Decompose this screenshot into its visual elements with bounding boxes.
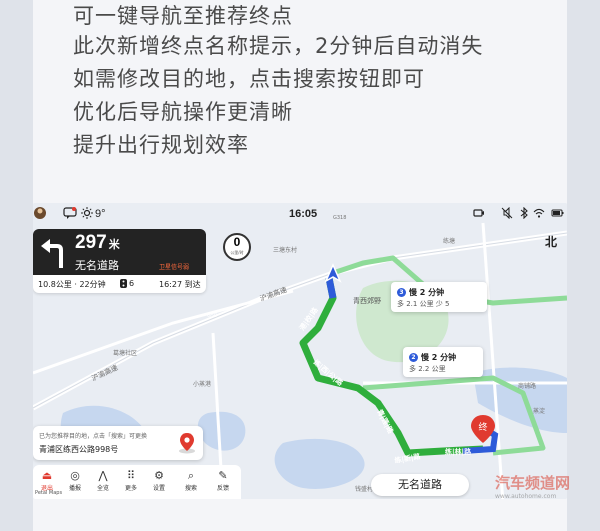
watermark: 汽车频道网 www.autohome.com [495,472,570,500]
traffic-light-icon [120,279,127,290]
next-road-name: 无名道路 [75,259,119,272]
traffic-light-count: 6 [129,279,135,288]
trip-summary: 10.8公里 · 22分钟 6 16:27 到达 [33,275,206,293]
feedback-icon: ✎ [218,469,228,482]
destination-hint: 已为您推荐目的地，点击「搜索」可更换 [39,433,148,440]
remaining-distance-time: 10.8公里 · 22分钟 [38,280,106,289]
road-badge: G50 [207,313,217,319]
camera-icon[interactable] [473,207,485,219]
dock-label: 播报 [68,485,81,492]
map-place-label: 小蒸港 [193,380,211,388]
eta: 16:27 到达 [159,280,201,289]
speaker-icon: ◎ [70,469,80,482]
message-icon[interactable] [63,207,77,220]
map-place-label: 商铺路 [518,382,536,390]
overview-button[interactable]: ⋀ 全览 [89,469,117,492]
note-line: 提升出行规划效率 [73,133,249,157]
temperature: 9° [95,208,106,220]
search-button[interactable]: ⌕ 搜索 [177,469,205,492]
watermark-text: 汽车频道网 [495,474,571,492]
watermark-sub: www.autohome.com [495,493,557,500]
route-option-3[interactable]: 3慢 2 分钟 多 2.1 公里 少 5 [391,282,487,312]
route-near-segment [325,277,337,299]
note-line: 可一键导航至推荐终点 [73,4,293,28]
dock-label: 更多 [124,485,137,492]
battery-icon [551,209,564,217]
turn-left-icon [41,239,63,268]
map-place-label: 青西郊野 [353,296,381,305]
overview-icon: ⋀ [98,469,108,482]
bottom-dock: ⏏ 退出 ◎ 播报 ⋀ 全览 ⠿ 更多 ⚙ 设置 ⌕ 搜索 ✎ 反馈 [33,465,241,499]
note-line: 如需修改目的地，点击搜索按钮即可 [73,67,425,91]
mute-icon[interactable] [501,207,513,219]
destination-name: 青浦区练西公路998号 [39,445,119,454]
dock-label: 设置 [152,485,165,492]
route-option-detail: 多 2.1 公里 少 5 [397,300,450,308]
route-option-label: 慢 2 分钟 [409,288,445,297]
recommended-destination-card[interactable]: 已为您推荐目的地，点击「搜索」可更换 青浦区练西公路998号 [33,426,203,460]
more-icon: ⠿ [126,469,136,482]
compass-north-label: 北 [545,235,558,249]
avatar-icon[interactable] [33,206,47,220]
settings-button[interactable]: ⚙ 设置 [145,469,173,492]
map-place-label: 蒸淀 [533,407,545,415]
search-icon: ⌕ [187,469,195,482]
sun-icon [81,207,93,219]
route-option-number: 2 [409,353,418,362]
route-option-number: 3 [397,288,406,297]
route-option-2[interactable]: 2慢 2 分钟 多 2.2 公里 [403,347,483,377]
route-road-label: 练|林|路 [445,447,472,457]
location-pin-icon [179,433,195,454]
exit-icon: ⏏ [41,469,53,482]
map-place-label: 三塘东村 [273,246,297,254]
map-place-label: 练塘 [443,237,455,245]
turn-guidance-panel[interactable]: 297 米 无名道路 卫星信号弱 [33,229,206,275]
route-option-detail: 多 2.2 公里 [409,365,446,373]
turn-distance-value: 297 [75,232,107,253]
note-line: 优化后导航操作更清晰 [73,100,293,124]
bluetooth-icon[interactable] [519,207,529,219]
destination-label: 终 [478,421,487,433]
dock-label: 全览 [96,485,109,492]
map-place-label: 葛塘社区 [113,349,137,357]
current-road-name: 无名道路 [371,474,469,496]
compass[interactable]: 北 [545,233,567,255]
turn-distance-unit: 米 [108,239,120,251]
speed-unit: 公里/时 [230,250,244,255]
feedback-button[interactable]: ✎ 反馈 [209,469,237,492]
clock: 16:05 [289,208,318,220]
route-option-label: 慢 2 分钟 [421,353,457,362]
speed-value: 0 [233,235,241,249]
wifi-icon[interactable] [533,207,545,219]
more-button[interactable]: ⠿ 更多 [117,469,145,492]
car-screen: 终 沪渝高速 沪渝高速 G50 G318 三塘东村 葛塘社区 青西郊野 小蒸港 … [33,203,567,499]
exit-button[interactable]: ⏏ 退出 [33,469,61,492]
status-bar: 9° 16:05 [33,203,567,225]
settings-icon: ⚙ [154,469,164,482]
turn-distance: 297 米 [75,232,120,254]
brand-label: Petal Maps [35,490,63,496]
dock-label: 搜索 [184,485,197,492]
speedometer: 0 公里/时 [223,233,251,261]
gps-weak-badge: 卫星信号弱 [159,264,190,271]
note-line: 此次新增终点名称提示，2分钟后自动消失 [73,34,484,58]
broadcast-button[interactable]: ◎ 播报 [61,469,89,492]
dock-label: 反馈 [216,485,229,492]
